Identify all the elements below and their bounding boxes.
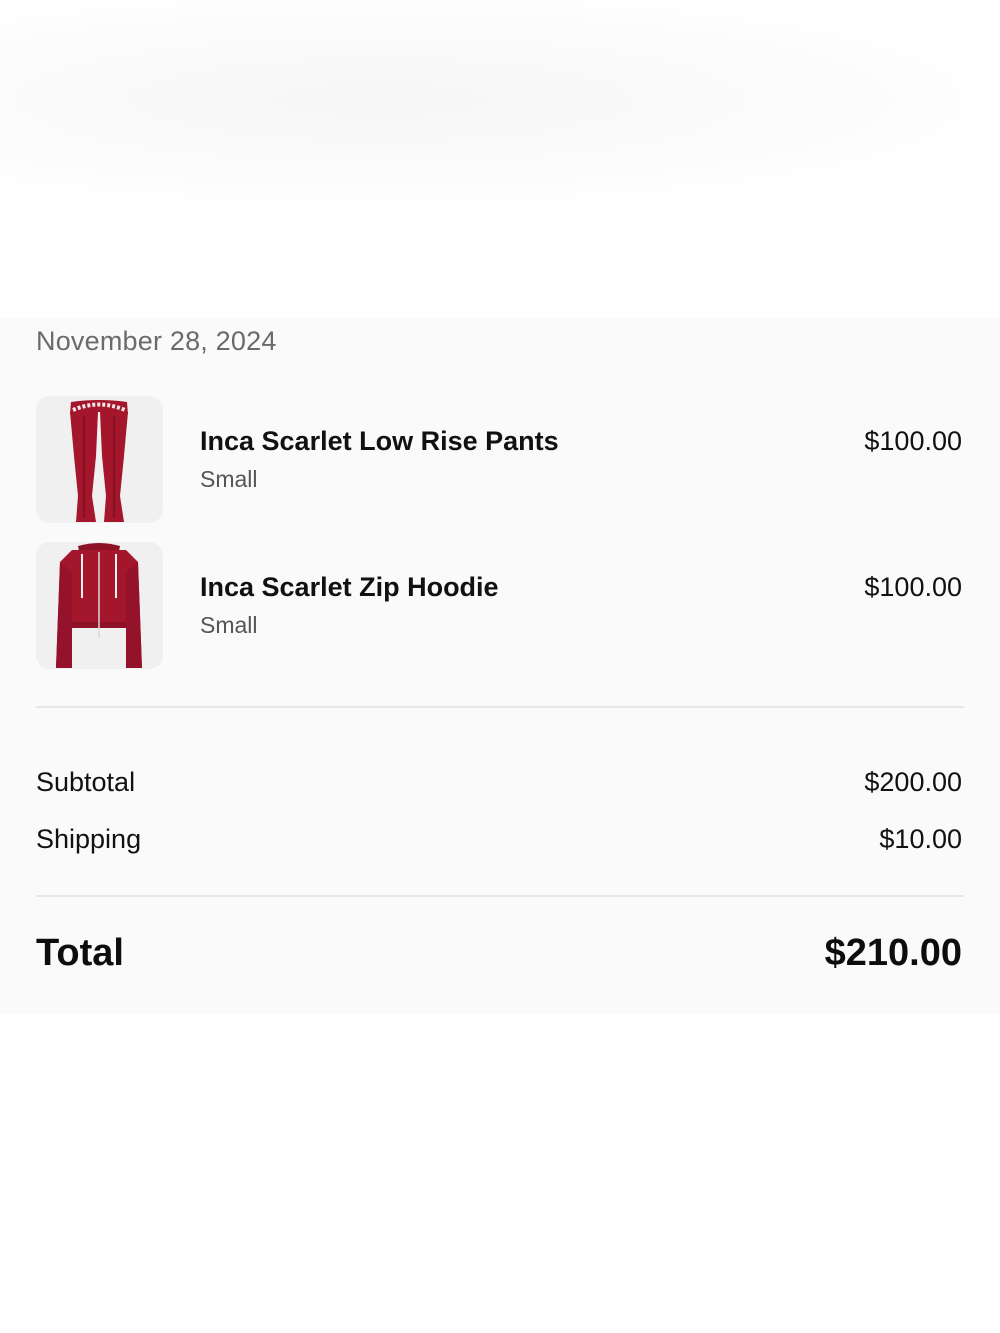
order-date: November 28, 2024 (36, 326, 277, 356)
item-variant: Small (200, 466, 258, 492)
shipping-label: Shipping (36, 824, 142, 854)
item-name[interactable]: Inca Scarlet Zip Hoodie (200, 572, 499, 603)
total-value: $210.00 (824, 932, 962, 974)
order-item[interactable]: Inca Scarlet Low Rise Pants Small $100.0… (36, 396, 964, 524)
bottom-background (0, 1014, 1000, 1333)
item-price: $100.00 (864, 572, 962, 602)
subtotal-label: Subtotal (36, 767, 136, 797)
order-item[interactable]: Inca Scarlet Zip Hoodie Small $100.00 (36, 542, 964, 670)
shipping-value: $10.00 (879, 824, 962, 854)
pants-thumbnail-icon (36, 396, 163, 523)
item-variant: Small (200, 612, 258, 638)
hoodie-thumbnail-icon (36, 542, 163, 669)
item-price: $100.00 (864, 426, 962, 456)
summary-divider (36, 895, 964, 897)
item-name[interactable]: Inca Scarlet Low Rise Pants (200, 426, 559, 457)
subtotal-value: $200.00 (864, 767, 962, 797)
items-divider (36, 706, 964, 708)
total-label: Total (36, 932, 124, 974)
top-background (0, 0, 1000, 318)
